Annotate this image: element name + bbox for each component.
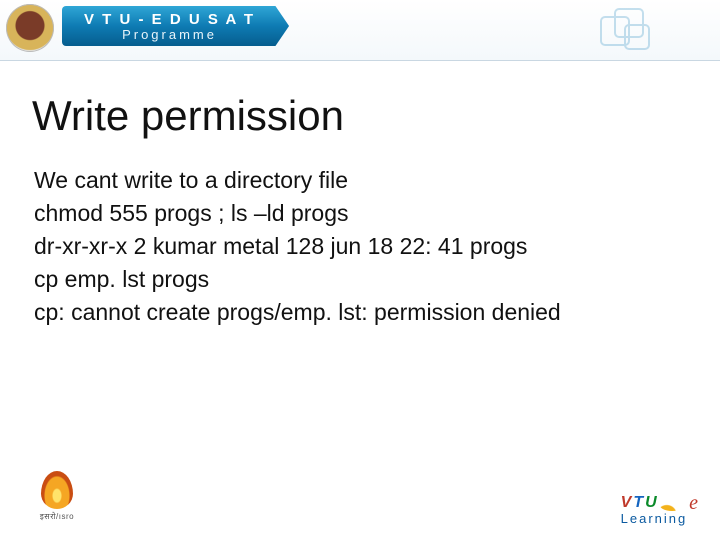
programme-line2: Programme [84, 27, 255, 42]
slide-title: Write permission [32, 92, 344, 140]
body-line: cp: cannot create progs/emp. lst: permis… [34, 296, 561, 329]
footer-right-logo: VTU e Learning [621, 490, 698, 526]
footer-left-logo: इसरो/ısro [22, 471, 92, 526]
e-learning-e-icon: e [689, 492, 698, 515]
slide-body: We cant write to a directory file chmod … [34, 164, 561, 329]
body-line: chmod 555 progs ; ls –ld progs [34, 197, 561, 230]
body-line: cp emp. lst progs [34, 263, 561, 296]
isro-flame-icon [41, 471, 73, 509]
footer-left-caption: इसरो/ısro [22, 511, 92, 522]
slide: V T U - E D U S A T Programme Write perm… [0, 0, 720, 540]
header-bar: V T U - E D U S A T Programme [0, 0, 720, 61]
body-line: We cant write to a directory file [34, 164, 561, 197]
programme-line1: V T U - E D U S A T [84, 11, 255, 28]
swoosh-icon [659, 497, 685, 511]
vtu-wordmark: VTU [621, 494, 659, 511]
header-decoration-icon [600, 8, 660, 48]
programme-badge: V T U - E D U S A T Programme [62, 6, 289, 46]
body-line: dr-xr-xr-x 2 kumar metal 128 jun 18 22: … [34, 230, 561, 263]
university-crest-icon [6, 4, 54, 52]
footer-right-learning: Learning [621, 511, 698, 526]
